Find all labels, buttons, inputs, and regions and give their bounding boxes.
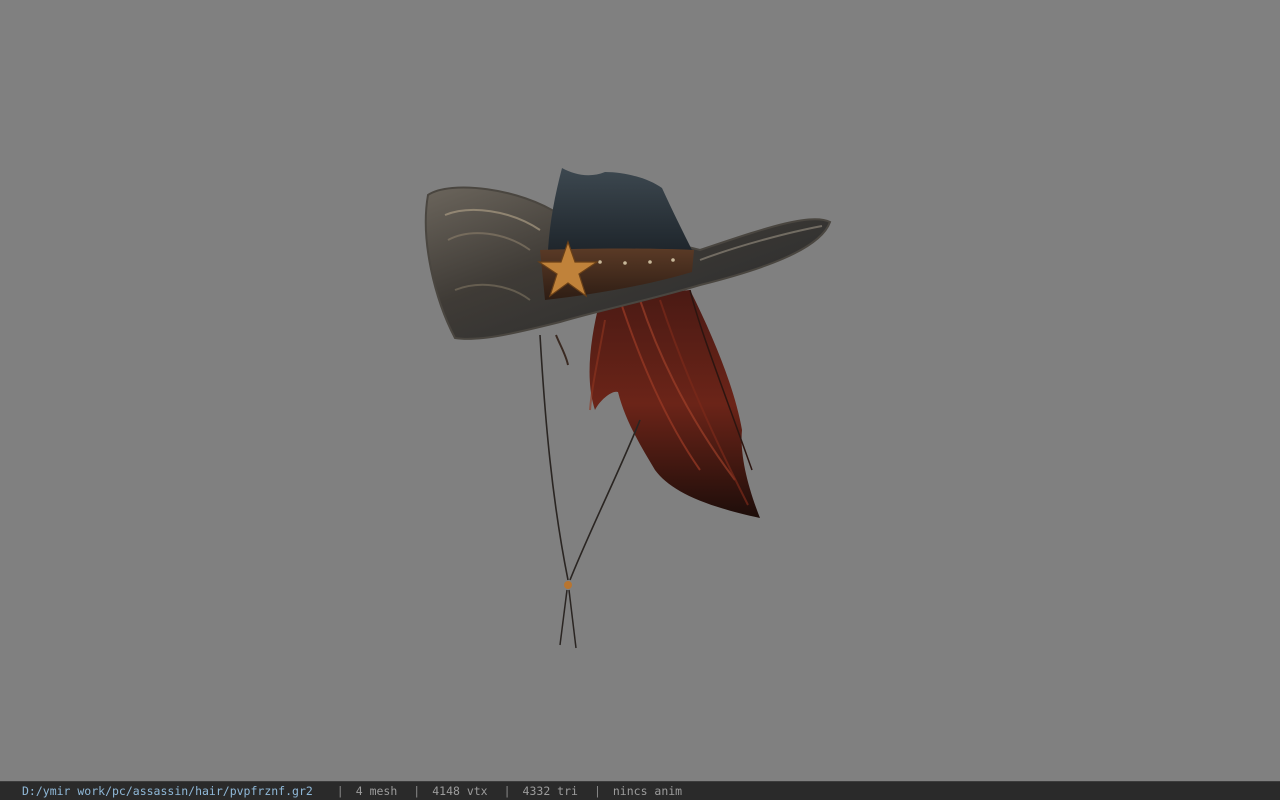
- animation-status: nincs anim: [612, 784, 683, 798]
- mesh-count: 4 mesh: [355, 784, 398, 798]
- hat-crown: [548, 168, 692, 250]
- hair-mesh: [589, 289, 760, 518]
- triangle-count: 4332 tri: [522, 784, 578, 798]
- file-path: D:/ymir work/pc/assassin/hair/pvpfrznf.g…: [22, 784, 313, 798]
- separator: |: [413, 784, 421, 798]
- separator: |: [336, 784, 344, 798]
- vertex-count: 4148 vtx: [432, 784, 488, 798]
- separator: |: [593, 784, 601, 798]
- 3d-viewport[interactable]: [0, 0, 1280, 781]
- model-render[interactable]: [0, 0, 1280, 781]
- status-bar: D:/ymir work/pc/assassin/hair/pvpfrznf.g…: [0, 781, 1280, 800]
- separator: |: [503, 784, 511, 798]
